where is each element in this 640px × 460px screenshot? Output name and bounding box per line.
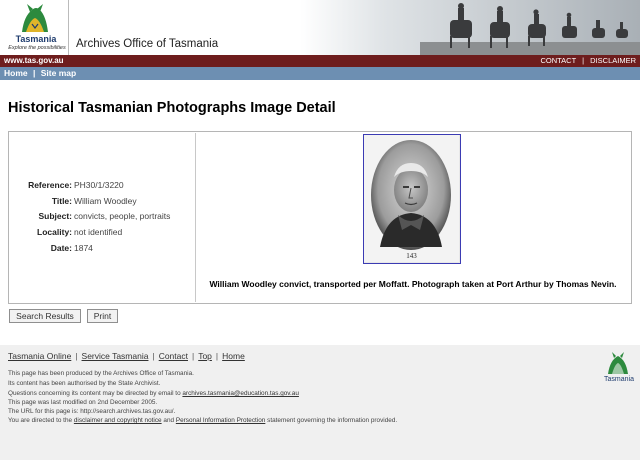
footer-questions-line: Questions concerning its content may be … (8, 390, 299, 397)
footer-url-line: The URL for this page is: http://search.… (8, 408, 176, 415)
footer-modified-line: This page was last modified on 2nd Decem… (8, 399, 158, 406)
site-url[interactable]: www.tas.gov.au (4, 56, 64, 65)
title-value: William Woodley (74, 196, 137, 206)
contact-link[interactable]: CONTACT (540, 56, 576, 65)
footer-disclaimer-mid: and (161, 417, 176, 424)
footer-logo-wordmark: Tasmania (604, 376, 634, 383)
footer-authorised-line: Its content has been authorised by the S… (8, 380, 161, 387)
footer-disclaimer-suffix: statement governing the information prov… (265, 417, 398, 424)
footer-link-home[interactable]: Home (222, 351, 245, 361)
footer-link-top[interactable]: Top (198, 351, 212, 361)
footer-links: Tasmania Online | Service Tasmania | Contact… (8, 351, 245, 361)
footer-disclaimer-link[interactable]: disclaimer and copyright notice (74, 417, 162, 424)
date-value: 1874 (74, 243, 93, 253)
reference-value: PH30/1/3220 (74, 180, 124, 190)
nav-links: Home | Site map (4, 68, 76, 78)
footer-email-link[interactable]: archives.tasmania@education.tas.gov.au (182, 390, 299, 397)
record-metadata: Reference: PH30/1/3220 Title: William Wo… (10, 133, 196, 302)
footer-link-tasmania-online[interactable]: Tasmania Online (8, 351, 71, 361)
nav-home-link[interactable]: Home (4, 68, 28, 78)
footer-separator: | (75, 351, 78, 361)
footer-disclaimer-prefix: You are directed to the (8, 417, 74, 424)
image-detail-table: Reference: PH30/1/3220 Title: William Wo… (8, 131, 632, 304)
footer-link-contact[interactable]: Contact (159, 351, 188, 361)
nav-separator: | (33, 68, 36, 78)
reference-label: Reference: (28, 180, 72, 190)
locality-value: not identified (74, 227, 123, 237)
footer-thylacine-icon (608, 352, 628, 374)
site-title[interactable]: Archives Office of Tasmania (76, 38, 218, 50)
search-results-button[interactable]: Search Results (9, 309, 81, 323)
photo-number: 143 (406, 252, 417, 260)
nav-bar (0, 67, 640, 80)
photo-caption: William Woodley convict, transported per… (209, 279, 617, 289)
title-label: Title: (51, 196, 72, 206)
convict-portrait-photo[interactable]: 143 (363, 134, 461, 264)
mounted-troops-banner (300, 0, 640, 55)
footer-disclaimer-line: You are directed to the disclaimer and c… (8, 417, 397, 424)
header-divider (68, 0, 69, 55)
footer-questions-text: Questions concerning its content may be … (8, 390, 183, 397)
header-link-separator: | (582, 56, 585, 65)
date-label: Date: (50, 243, 72, 253)
site-header: Tasmania Explore the possibilities Archi… (0, 0, 640, 55)
logo-tagline: Explore the possibilities (8, 45, 66, 51)
footer-separator: | (215, 351, 219, 361)
logo-wordmark: Tasmania (15, 34, 57, 44)
thylacine-logo-icon (22, 4, 48, 32)
footer-separator: | (152, 351, 155, 361)
locality-label: Locality: (37, 227, 72, 237)
subject-value: convicts, people, portraits (74, 211, 171, 221)
header-links: CONTACT | DISCLAIMER (540, 56, 636, 65)
page-title: Historical Tasmanian Photographs Image D… (8, 100, 336, 116)
print-button[interactable]: Print (87, 309, 118, 323)
portrait-image (364, 135, 459, 262)
footer-separator: | (191, 351, 195, 361)
footer-produced-line: This page has been produced by the Archi… (8, 370, 194, 377)
tasmania-logo[interactable]: Tasmania Explore the possibilities (2, 2, 68, 54)
footer-link-service-tasmania[interactable]: Service Tasmania (82, 351, 149, 361)
disclaimer-link[interactable]: DISCLAIMER (590, 56, 636, 65)
subject-label: Subject: (38, 211, 72, 221)
footer-privacy-link[interactable]: Personal Information Protection (176, 417, 266, 424)
nav-sitemap-link[interactable]: Site map (41, 68, 76, 78)
